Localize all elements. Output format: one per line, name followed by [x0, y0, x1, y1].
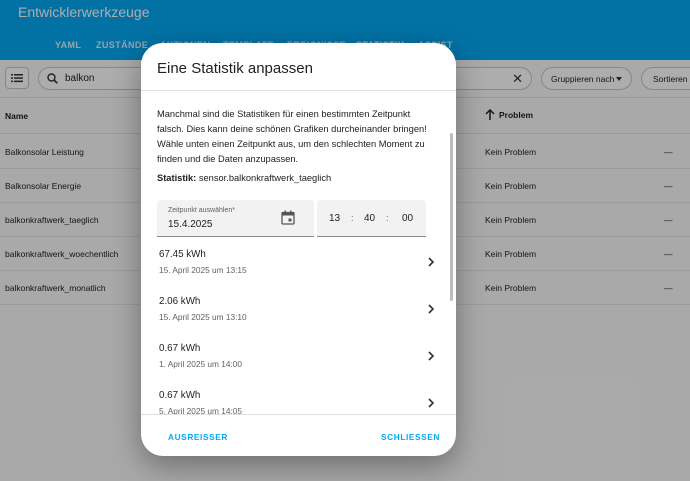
dialog-description: Manchmal sind die Statistiken für einen … — [157, 109, 427, 164]
dialog-scrollbar[interactable] — [450, 133, 453, 301]
statistic-line: Statistik: sensor.balkonkraftwerk_taegli… — [157, 173, 331, 183]
chevron-right-icon — [428, 398, 435, 408]
chevron-right-icon — [428, 304, 435, 314]
second-input[interactable]: 00 — [402, 213, 413, 224]
statistic-entry[interactable]: 0.67 kWh 1. April 2025 um 14:00 — [141, 343, 450, 389]
close-button[interactable]: SCHLIESSEN — [381, 432, 440, 442]
chevron-right-icon — [428, 257, 435, 267]
time-separator: : — [386, 213, 389, 223]
time-picker-field[interactable]: 13 : 40 : 00 — [317, 200, 426, 237]
date-picker-field[interactable]: Zeitpunkt auswählen* 15.4.2025 — [157, 200, 314, 237]
calendar-icon[interactable] — [281, 210, 295, 225]
statistic-label: Statistik: — [157, 173, 197, 183]
hour-input[interactable]: 13 — [329, 213, 340, 224]
date-field-value: 15.4.2025 — [168, 219, 213, 230]
date-field-label: Zeitpunkt auswählen* — [168, 207, 235, 214]
time-separator: : — [351, 213, 354, 223]
outlier-button[interactable]: AUSREISSER — [168, 432, 228, 442]
dialog-title: Eine Statistik anpassen — [157, 60, 313, 77]
statistic-entry[interactable]: 67.45 kWh 15. April 2025 um 13:15 — [141, 249, 450, 295]
statistic-entry[interactable]: 2.06 kWh 15. April 2025 um 13:10 — [141, 296, 450, 342]
entry-date: 15. April 2025 um 13:10 — [159, 312, 247, 322]
entry-date: 15. April 2025 um 13:15 — [159, 265, 247, 275]
entry-value: 0.67 kWh — [159, 343, 201, 354]
statistic-value: sensor.balkonkraftwerk_taeglich — [198, 173, 332, 183]
dialog-content: Manchmal sind die Statistiken für einen … — [141, 90, 456, 415]
entry-date: 5. April 2025 um 14:05 — [159, 406, 243, 415]
adjust-statistic-dialog: Eine Statistik anpassen Manchmal sind di… — [141, 43, 456, 456]
entry-value: 0.67 kWh — [159, 390, 201, 401]
entry-value: 2.06 kWh — [159, 296, 201, 307]
entry-date: 1. April 2025 um 14:00 — [159, 359, 243, 369]
chevron-right-icon — [428, 351, 435, 361]
statistic-entry[interactable]: 0.67 kWh 5. April 2025 um 14:05 — [141, 390, 450, 415]
minute-input[interactable]: 40 — [364, 213, 375, 224]
entry-value: 67.45 kWh — [159, 249, 206, 260]
